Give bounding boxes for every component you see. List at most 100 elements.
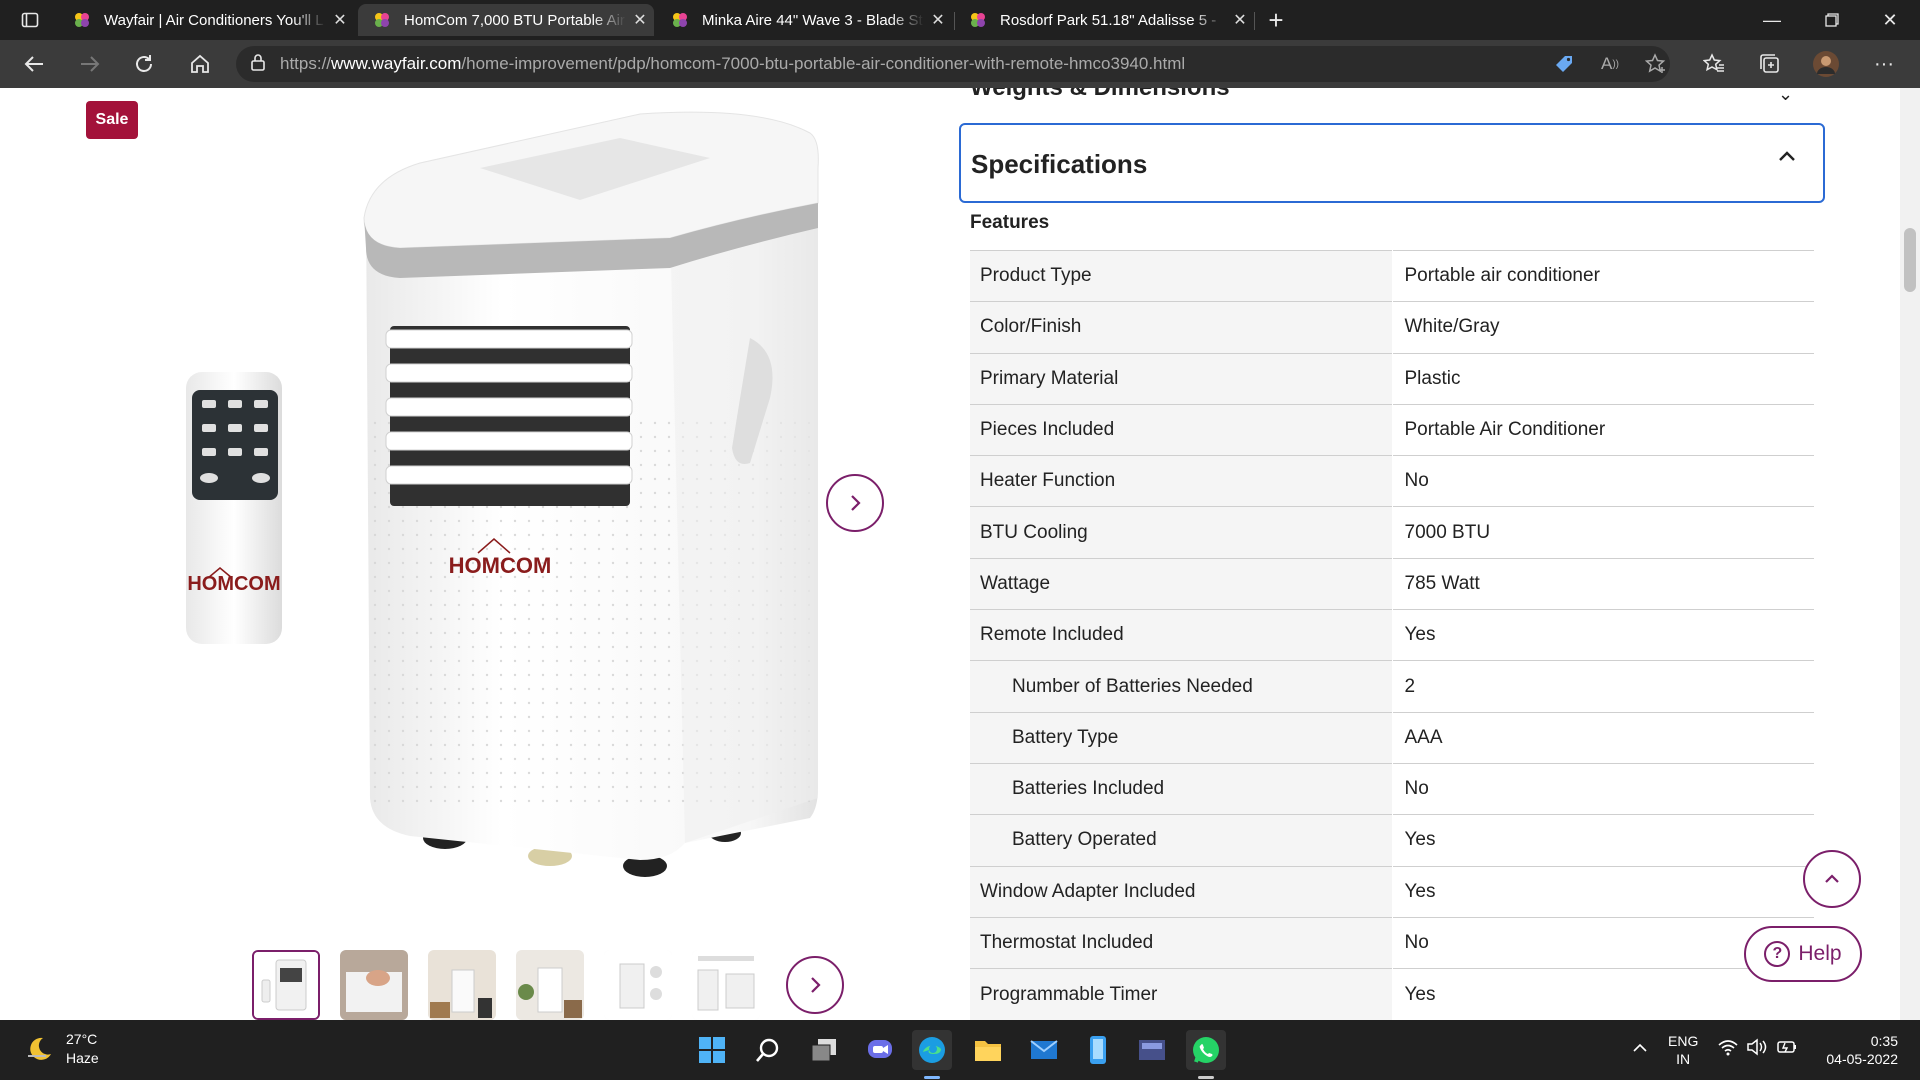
question-icon: ? [1764, 941, 1791, 967]
next-thumbnails-button[interactable] [786, 956, 844, 1014]
remote-brand-logo: HOMCOM [187, 573, 280, 595]
specifications-title: Specifications [971, 149, 1148, 179]
whatsapp-icon[interactable] [1186, 1030, 1226, 1070]
favorite-add-icon[interactable] [1642, 50, 1670, 78]
remote-control-image: HOMCOM [186, 372, 282, 644]
spec-row: Product Type Portable air conditioner [970, 249, 1814, 302]
windows-taskbar: 27°C Haze ENG IN 0:35 04-05-2022 [0, 1020, 1920, 1080]
collections-icon[interactable] [1756, 50, 1784, 78]
more-icon[interactable]: ··· [1870, 50, 1898, 78]
spec-key: Thermostat Included [970, 916, 1393, 969]
spec-key: Heater Function [970, 455, 1393, 507]
spec-key: Programmable Timer [970, 968, 1393, 1020]
profile-avatar[interactable] [1812, 50, 1840, 78]
wayfair-favicon-icon [75, 13, 89, 27]
chevron-up-icon[interactable] [1777, 147, 1797, 173]
spec-key: Product Type [970, 249, 1393, 302]
spec-value: 7000 BTU [1392, 506, 1814, 559]
spec-value: Yes [1392, 814, 1814, 867]
spec-row: Remote Included Yes [970, 609, 1814, 661]
thumbnail-5[interactable] [604, 950, 672, 1020]
help-button[interactable]: ? Help [1744, 926, 1862, 982]
minimize-icon[interactable]: — [1758, 6, 1786, 34]
page-content: Sale HOMCOM HOMCOM ⌄ Specifications Feat… [0, 88, 1920, 1020]
next-image-button[interactable] [826, 474, 884, 532]
edge-icon[interactable] [912, 1030, 952, 1070]
file-explorer-icon[interactable] [968, 1030, 1008, 1070]
spec-value: AAA [1392, 711, 1814, 764]
spec-row: Pieces Included Portable Air Conditioner [970, 403, 1814, 456]
calculator-app-icon[interactable] [1132, 1030, 1172, 1070]
spec-row: Battery Operated Yes [970, 814, 1814, 867]
wayfair-favicon-icon [673, 13, 687, 27]
tag-icon[interactable] [1550, 50, 1578, 78]
url-prefix: https:// [280, 54, 332, 73]
spec-key: Primary Material [970, 352, 1393, 405]
weather-widget[interactable]: 27°C Haze [24, 1030, 99, 1068]
close-tab-icon[interactable]: ✕ [924, 10, 952, 30]
back-icon[interactable] [20, 50, 48, 78]
show-hidden-icons[interactable] [1630, 1038, 1650, 1058]
region-code: IN [1676, 1051, 1691, 1067]
thumbnail-3[interactable] [428, 950, 496, 1020]
tab-separator [1254, 12, 1255, 30]
start-icon[interactable] [692, 1030, 732, 1070]
weather-desc: Haze [66, 1050, 99, 1066]
read-aloud-icon[interactable]: A)) [1596, 50, 1624, 78]
forward-icon[interactable] [76, 50, 104, 78]
wifi-icon[interactable] [1718, 1038, 1738, 1061]
help-label: Help [1798, 942, 1842, 965]
thumbnail-1[interactable] [252, 950, 320, 1020]
thumbnail-4[interactable] [516, 950, 584, 1020]
page-scrollbar[interactable] [1900, 88, 1920, 1020]
tab-homcom-product[interactable]: HomCom 7,000 BTU Portable Air Co ✕ [358, 4, 654, 36]
new-tab-icon[interactable]: + [1262, 5, 1290, 35]
tab-actions-icon[interactable] [16, 6, 44, 34]
phone-link-icon[interactable] [1078, 1030, 1118, 1070]
whatsapp-active-indicator [1198, 1076, 1214, 1079]
weights-dimensions-header[interactable]: Weights & Dimensions [970, 88, 1230, 102]
search-icon[interactable] [748, 1030, 788, 1070]
spec-value: No [1392, 762, 1814, 815]
clock-time: 0:35 [1870, 1033, 1898, 1049]
spec-key: Number of Batteries Needed [970, 660, 1393, 713]
tab-title: Wayfair | Air Conditioners You'll L [104, 11, 324, 29]
tab-wayfair-air-conditioners[interactable]: Wayfair | Air Conditioners You'll L ✕ [58, 4, 354, 36]
favorites-icon[interactable] [1700, 50, 1728, 78]
spec-row: Battery Type AAA [970, 711, 1814, 764]
close-tab-icon[interactable]: ✕ [1226, 10, 1254, 30]
tab-rosdorf-park[interactable]: Rosdorf Park 51.18" Adalisse 5 - ✕ [954, 4, 1254, 36]
close-tab-icon[interactable]: ✕ [326, 10, 354, 30]
spec-value: Plastic [1392, 352, 1814, 405]
thumbnail-2[interactable] [340, 950, 408, 1020]
tab-minka-aire[interactable]: Minka Aire 44" Wave 3 - Blade Sta ✕ [656, 4, 952, 36]
restore-icon[interactable] [1818, 6, 1846, 34]
spec-row: Batteries Included No [970, 762, 1814, 815]
refresh-icon[interactable] [130, 50, 158, 78]
clock[interactable]: 0:35 04-05-2022 [1812, 1032, 1898, 1068]
chat-icon[interactable] [860, 1030, 900, 1070]
thumbnail-6[interactable] [692, 950, 760, 1020]
mail-icon[interactable] [1024, 1030, 1064, 1070]
url-domain: www.wayfair.com [331, 54, 462, 73]
wayfair-favicon-icon [971, 13, 985, 27]
language-indicator[interactable]: ENG IN [1668, 1032, 1698, 1068]
volume-icon[interactable] [1746, 1038, 1768, 1061]
close-window-icon[interactable]: ✕ [1876, 6, 1904, 34]
features-heading: Features [970, 212, 1050, 233]
spec-value: Yes [1392, 609, 1814, 661]
spec-value: Portable Air Conditioner [1392, 403, 1814, 456]
spec-value: Yes [1392, 968, 1814, 1020]
weather-temp: 27°C [66, 1031, 98, 1047]
scroll-to-top-button[interactable] [1803, 850, 1861, 908]
battery-icon[interactable] [1776, 1038, 1798, 1061]
home-icon[interactable] [186, 50, 214, 78]
chevron-down-icon[interactable]: ⌄ [1778, 88, 1793, 105]
address-bar[interactable]: https://www.wayfair.com/home-improvement… [236, 46, 1670, 82]
lock-icon[interactable] [250, 53, 266, 76]
specifications-header[interactable]: Specifications [959, 123, 1825, 203]
edge-active-indicator [924, 1076, 940, 1079]
task-view-icon[interactable] [804, 1030, 844, 1070]
close-tab-icon[interactable]: ✕ [626, 10, 654, 30]
scrollbar-thumb[interactable] [1904, 228, 1916, 292]
